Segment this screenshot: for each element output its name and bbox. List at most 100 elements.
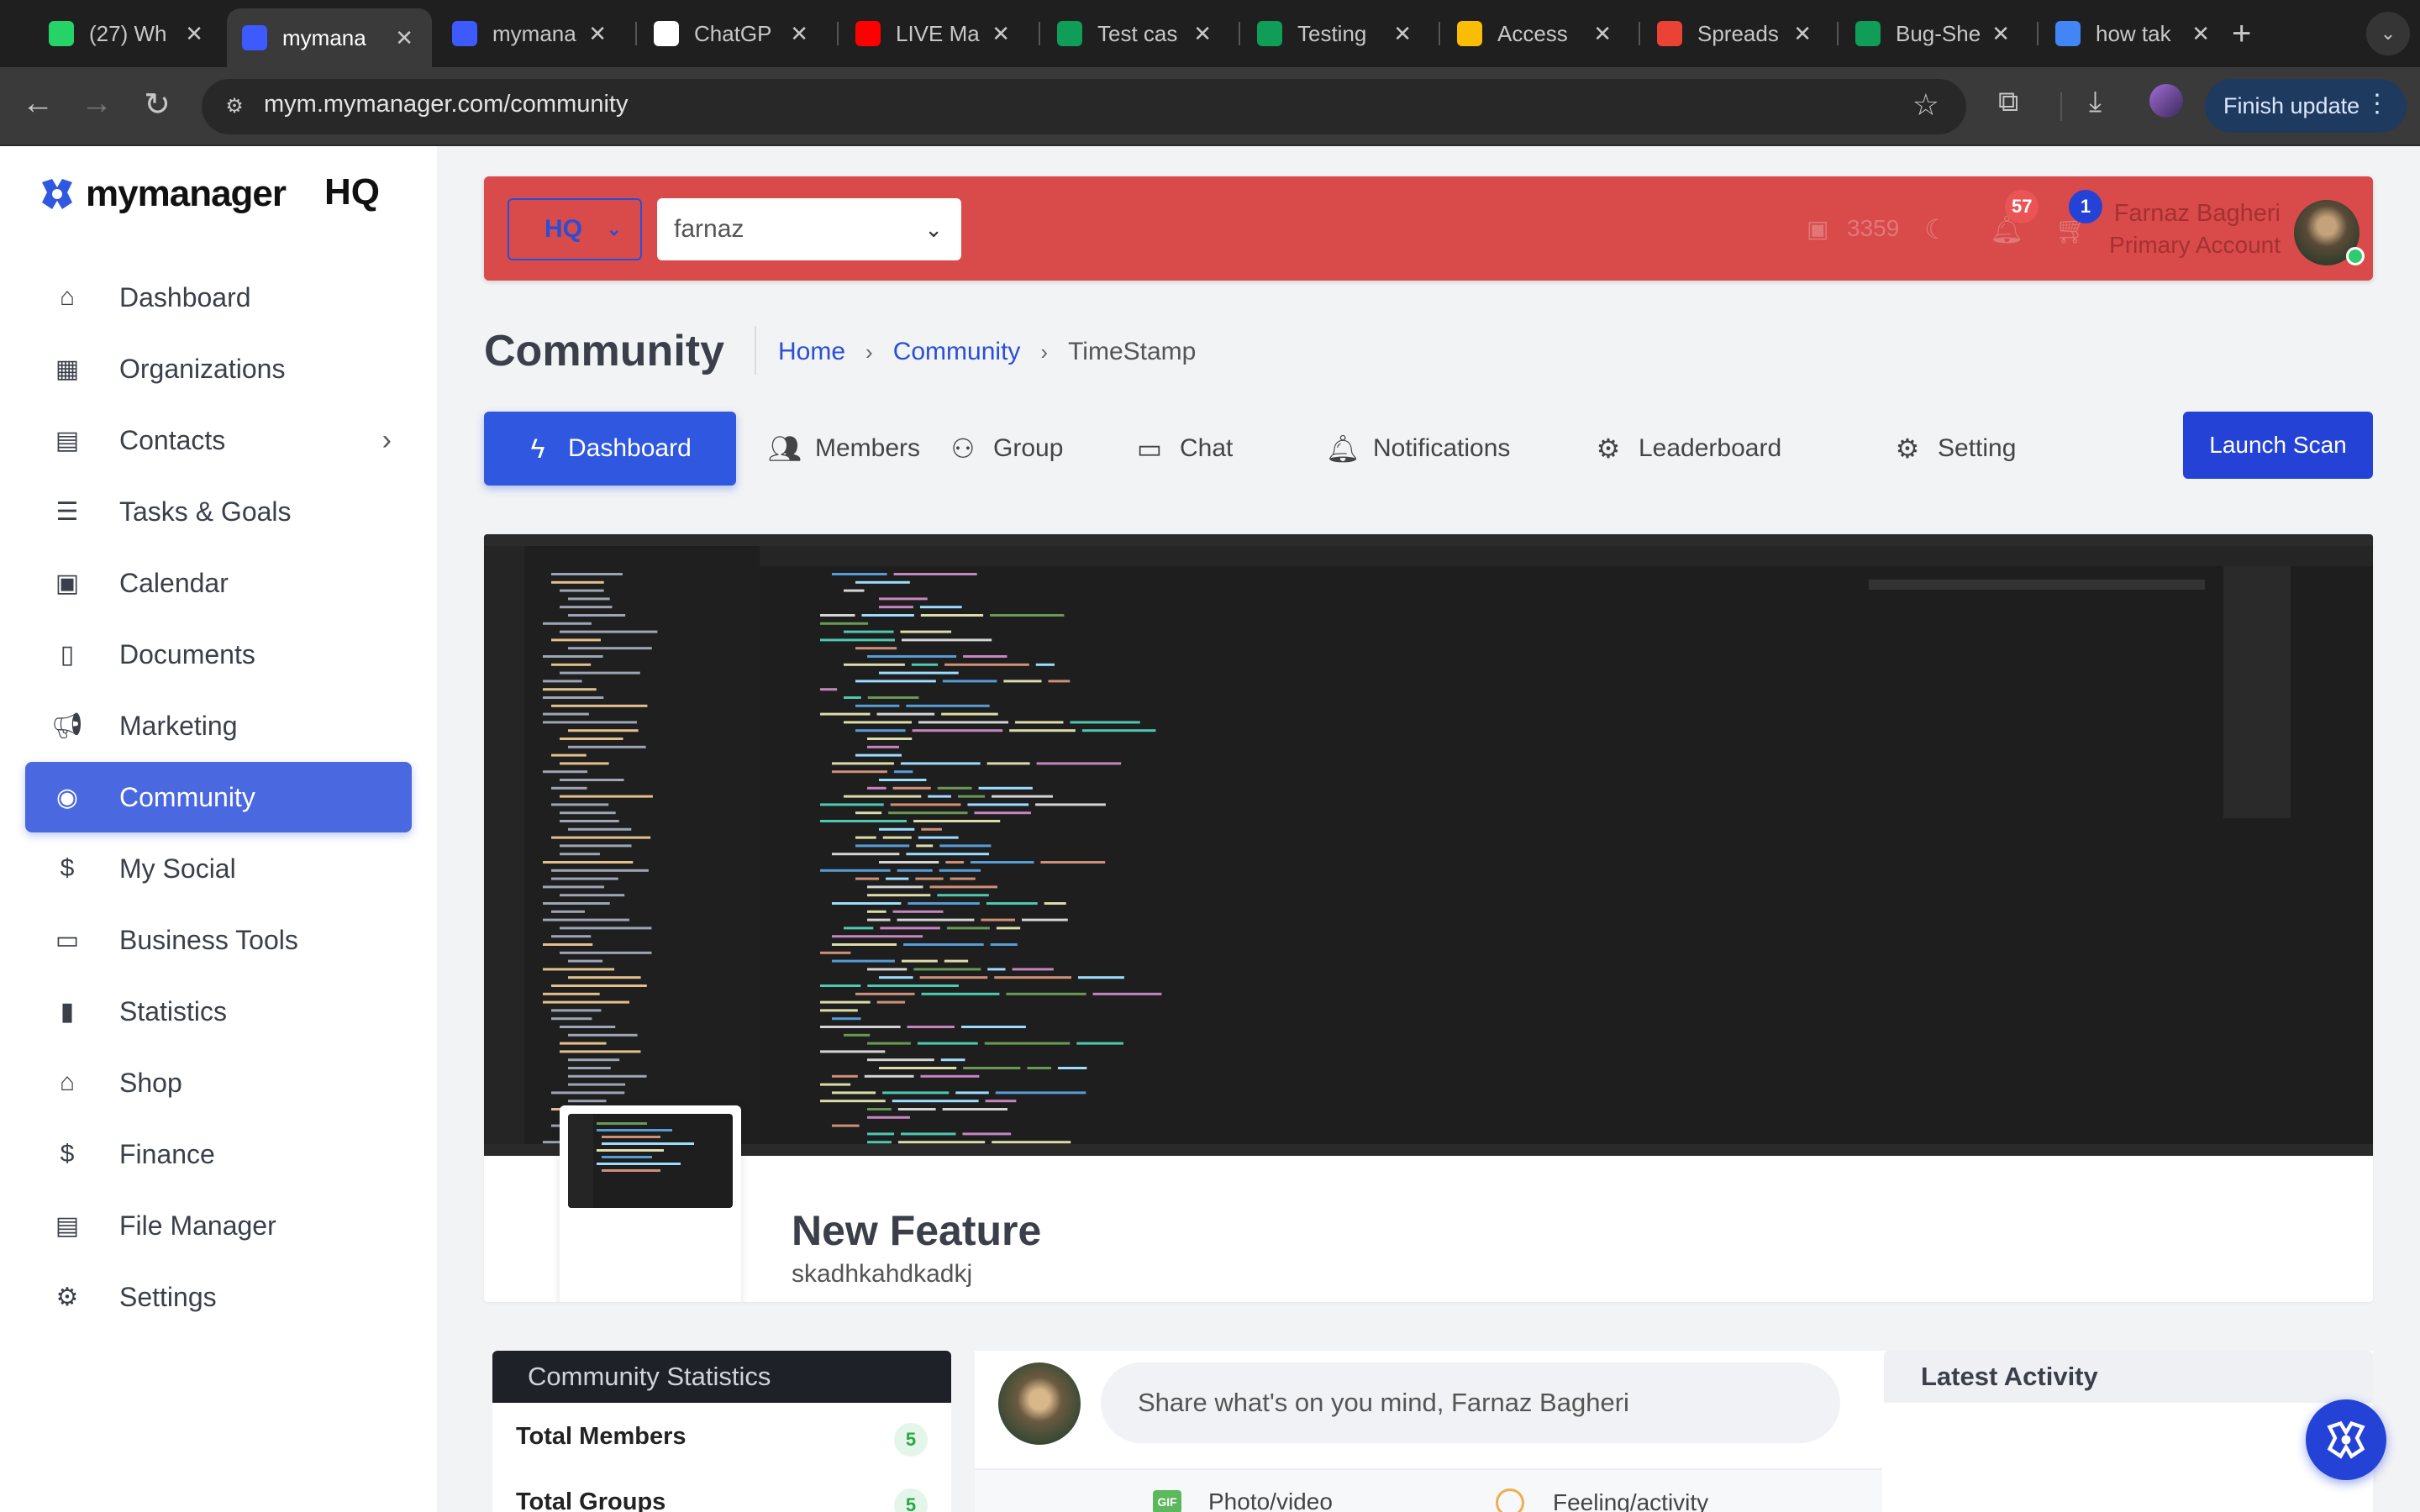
bookmark-star-icon[interactable]: ☆ [1912,87,1939,123]
photo-video-button[interactable]: GIF Photo/video [1153,1488,1333,1512]
feature-subtitle: skadhkahdkadkj [792,1260,973,1288]
explorer-line [560,1026,616,1028]
browser-tab[interactable]: (27) Wh ✕ [34,10,222,57]
sidebar-item-file-manager[interactable]: ▤ File Manager [25,1190,412,1261]
site-info-icon[interactable]: ⚙ [217,89,252,124]
close-tab-icon[interactable]: ✕ [1593,21,1612,47]
tab-label: Members [815,434,921,462]
sidebar-item-calendar[interactable]: ▣ Calendar [25,548,412,618]
gmail-icon [1657,21,1682,46]
close-tab-icon[interactable]: ✕ [185,21,203,47]
code-token [855,836,876,839]
browser-tab[interactable]: Test cas ✕ [1042,10,1230,57]
close-tab-icon[interactable]: ✕ [790,21,808,47]
code-token [1006,992,1086,995]
feeling-activity-button[interactable]: Feeling/activity [1496,1488,1708,1512]
tab-chat[interactable]: ▭ Chat [1133,412,1234,486]
back-icon[interactable]: ← [17,86,59,122]
code-token [832,770,887,774]
code-token [1036,762,1122,765]
tab-notifications[interactable]: 🔔︎ Notifications [1326,412,1511,486]
composer-avatar [998,1362,1081,1445]
code-token [985,1100,1017,1103]
tab-members[interactable]: 👥︎ Members [768,412,920,486]
code-token [945,861,965,864]
organization-select[interactable]: HQ ⌄ [508,198,642,260]
sidebar-item-settings[interactable]: ⚙ Settings [25,1262,412,1332]
browser-tab[interactable]: LIVE Ma ✕ [840,10,1028,57]
browser-tab[interactable]: Bug-She ✕ [1840,10,2028,57]
close-tab-icon[interactable]: ✕ [2191,21,2210,47]
extensions-icon[interactable]: ⧉ [1998,86,2018,118]
close-tab-icon[interactable]: ✕ [1793,21,1812,47]
tab-group[interactable]: ⚇ Group [946,412,1064,486]
breadcrumb-community[interactable]: Community [893,338,1021,366]
stat-row-total-members: Total Members 5 [516,1423,928,1457]
browser-tab[interactable]: mymana ✕ [227,8,432,67]
points-icon[interactable]: ▣ [1807,215,1828,243]
browser-tab-title: Testing [1297,20,1367,46]
feature-banner-image[interactable] [484,534,2373,1156]
feature-thumbnail[interactable] [560,1105,741,1302]
sidebar-item-business-tools[interactable]: ▭ Business Tools [25,905,412,975]
browser-tab[interactable]: how tak ✕ [2040,10,2228,57]
code-token [944,663,1029,666]
sidebar-item-organizations[interactable]: ▦ Organizations [25,333,412,404]
composer-actions: GIF Photo/video Feeling/activity [975,1468,1882,1512]
close-tab-icon[interactable]: ✕ [1991,21,2010,47]
code-token [901,1132,956,1136]
tab-setting[interactable]: ⚙ Setting [1891,412,2017,486]
launch-scan-button[interactable]: Launch Scan [2183,412,2373,479]
browser-tab[interactable]: mymana ✕ [437,10,625,57]
tab-search-icon[interactable]: ⌄ [2366,12,2410,55]
code-token [987,968,1006,971]
tab-leaderboard[interactable]: ⚙ Leaderboard [1591,412,1782,486]
sidebar-item-my-social[interactable]: $ My Social [25,833,412,904]
sidebar-item-dashboard[interactable]: ⌂ Dashboard [25,262,412,333]
url-text[interactable]: mym.mymanager.com/community [264,91,629,118]
sidebar-item-shop[interactable]: ⌂ Shop [25,1047,412,1118]
post-input[interactable]: Share what's on you mind, Farnaz Bagheri [1101,1362,1840,1443]
sidebar-item-contacts[interactable]: ▤ Contacts › [25,405,412,475]
stat-label: Total Groups [516,1488,666,1512]
download-icon[interactable]: ⤓ [2089,86,2102,118]
browser-tab[interactable]: Access ✕ [1442,10,1630,57]
mymanager-logo-icon [2327,1420,2365,1459]
code-token [992,1141,1071,1144]
tab-dashboard[interactable]: ϟ Dashboard [484,412,736,486]
code-token [893,770,913,774]
more-menu-icon[interactable]: ⋮ [2365,89,2390,118]
address-bar[interactable]: ⚙ mym.mymanager.com/community ☆ [202,79,1966,134]
sidebar-item-tasks-goals[interactable]: ☰ Tasks & Goals [25,476,412,547]
close-tab-icon[interactable]: ✕ [1193,21,1212,47]
sidebar-item-community[interactable]: ◉ Community [25,762,412,832]
breadcrumb-home[interactable]: Home [778,338,845,366]
assistant-fab-button[interactable] [2306,1399,2386,1480]
code-token [946,927,990,930]
profile-avatar[interactable] [2149,84,2183,118]
sidebar-item-documents[interactable]: ▯ Documents [25,619,412,690]
code-token [844,927,874,930]
close-tab-icon[interactable]: ✕ [992,21,1010,47]
user-select[interactable]: farnaz ⌄ [657,198,961,260]
browser-tab[interactable]: Spreads ✕ [1642,10,1830,57]
code-token [844,630,894,633]
close-tab-icon[interactable]: ✕ [395,25,413,51]
sidebar-item-marketing[interactable]: 📢︎ Marketing [25,690,412,761]
sidebar-item-statistics[interactable]: ▮ Statistics [25,976,412,1047]
browser-tab[interactable]: ChatGP ✕ [639,10,827,57]
close-tab-icon[interactable]: ✕ [588,21,607,47]
user-name[interactable]: Farnaz Bagheri [2114,200,2281,228]
sidebar-item-finance[interactable]: $ Finance [25,1119,412,1189]
browser-tab[interactable]: Testing ✕ [1242,10,1430,57]
forward-icon[interactable]: → [76,86,118,122]
finish-update-button[interactable]: Finish update ⋮ [2205,79,2407,133]
reload-icon[interactable]: ↻ [136,86,178,123]
new-tab-icon[interactable]: + [2232,15,2251,53]
browser-toolbar: ← → ↻ ⚙ mym.mymanager.com/community ☆ ⧉ … [0,67,2420,146]
brand-logo[interactable]: mymanager [37,173,287,215]
sidebar-item-label: Calendar [119,567,229,598]
moon-icon[interactable]: ☾ [1924,213,1949,245]
mymanager-icon [242,25,267,50]
close-tab-icon[interactable]: ✕ [1393,21,1412,47]
